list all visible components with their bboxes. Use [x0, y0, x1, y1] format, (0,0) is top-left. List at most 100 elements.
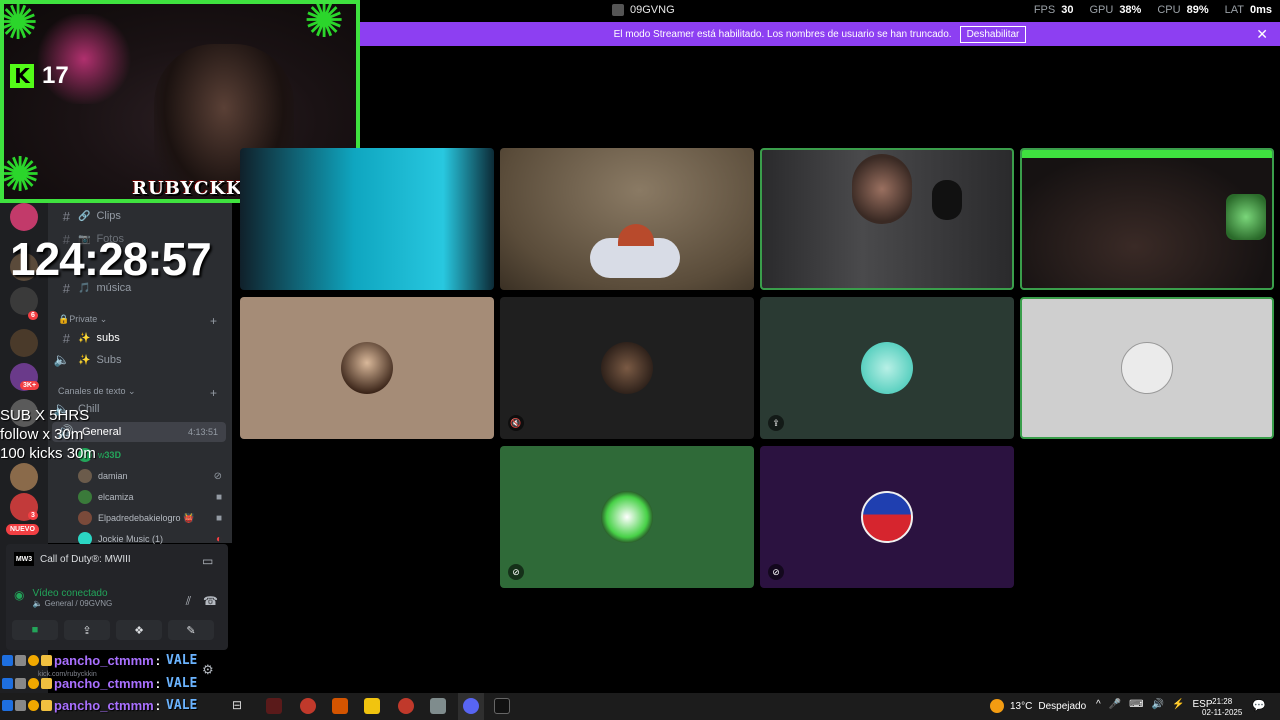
voice-buttons: ■ ⇪ ❖ ✎ — [12, 620, 214, 640]
activity-row: MW3 Call of Duty®: MWIII — [14, 552, 131, 566]
new-badge: NUEVO — [6, 524, 39, 535]
video-tile[interactable] — [760, 148, 1014, 290]
channel-label: Clips — [96, 210, 121, 222]
badge-icon — [41, 655, 52, 666]
chat-username: pancho_ctmmm — [54, 676, 154, 691]
signal-icon: ◉ — [14, 588, 25, 602]
server-badge: 3K+ — [20, 381, 40, 390]
streamer-mode-banner: El modo Streamer está habilitado. Los no… — [360, 22, 1280, 46]
channel-subs-voice[interactable]: 🔈 ✨ Subs — [48, 350, 232, 370]
camera-icon: ■ — [215, 491, 222, 503]
call-of-duty-icon[interactable] — [494, 698, 510, 714]
camera-button[interactable]: ■ — [12, 620, 58, 640]
clock-date: 02-11-2025 — [1202, 708, 1243, 717]
discord-icon[interactable] — [463, 698, 479, 714]
server-icon[interactable] — [10, 203, 38, 231]
file-explorer-icon[interactable] — [364, 698, 380, 714]
plus-icon[interactable]: + — [210, 386, 217, 400]
sparkle-icon: ✨ — [78, 332, 91, 344]
video-tile[interactable] — [240, 148, 494, 290]
avatar — [1121, 342, 1173, 394]
app-icon[interactable] — [430, 698, 446, 714]
soundboard-button[interactable]: ✎ — [168, 620, 214, 640]
voice-status: ◉ Vídeo conectado 🔈 General / 09GVNG — [14, 588, 112, 608]
voice-location: 🔈 General / 09GVNG — [32, 599, 113, 608]
headphones-icon: ◐ — [215, 533, 222, 545]
weather-widget[interactable]: 13°C Despejado — [990, 699, 1086, 713]
avatar-tile[interactable] — [1020, 297, 1274, 439]
leaf-icon: ✺ — [0, 0, 39, 50]
avatar-tile[interactable] — [240, 297, 494, 439]
stream-game-icon[interactable]: ▭ — [202, 554, 213, 568]
clock-time: 21:28 — [1212, 697, 1233, 706]
server-icon[interactable] — [10, 463, 38, 491]
channel-label: subs — [96, 332, 120, 344]
banner-text: El modo Streamer está habilitado. Los no… — [613, 28, 952, 40]
close-icon[interactable]: ✕ — [1256, 26, 1268, 43]
voice-member[interactable]: elcamiza ■ — [78, 487, 228, 507]
volume-icon[interactable]: 🔊 — [1152, 699, 1164, 710]
chat-separator: : — [155, 653, 161, 668]
sparkle-icon: ✨ — [78, 354, 91, 366]
voice-member[interactable]: w𝟑𝟑𝐃 — [78, 445, 228, 465]
voice-member[interactable]: Elpadredebakielogro 👹 ■ — [78, 508, 228, 528]
muted-icon: ⊘ — [213, 470, 222, 482]
noise-suppression-icon[interactable]: ⫽ — [186, 594, 191, 609]
share-screen-button[interactable]: ⇪ — [64, 620, 110, 640]
category-private[interactable]: 🔒Private ⌄ + — [58, 314, 217, 328]
leaf-icon: ✺ — [304, 0, 345, 48]
settings-gear-icon[interactable]: ⚙ — [202, 662, 214, 678]
disconnect-icon[interactable]: ☎ — [203, 594, 218, 609]
avatar — [601, 491, 653, 543]
chat-separator: : — [155, 676, 161, 691]
app-icon[interactable] — [266, 698, 282, 714]
channel-subs[interactable]: # ✨ subs — [48, 328, 232, 348]
voice-member[interactable]: damian ⊘ — [78, 466, 228, 486]
microphone-icon[interactable]: 🎤 — [1109, 699, 1121, 710]
avatar-tile[interactable]: ⇪ — [760, 297, 1014, 439]
weather-icon — [990, 699, 1004, 713]
badge-icon — [41, 678, 52, 689]
notification-icon[interactable]: 💬 — [1252, 699, 1266, 712]
plus-icon[interactable]: + — [210, 314, 217, 328]
power-icon[interactable]: ⚡ — [1172, 699, 1184, 710]
disable-streamer-mode-button[interactable]: Deshabilitar — [959, 25, 1027, 43]
category-label: Canales de texto ⌄ — [58, 386, 136, 396]
avatar — [861, 491, 913, 543]
badge-icon — [2, 655, 13, 666]
app-icon[interactable] — [300, 698, 316, 714]
chat-separator: : — [155, 698, 161, 713]
taskbar-clock[interactable]: 21:28 02-11-2025 — [1202, 696, 1242, 718]
server-icon[interactable] — [10, 329, 38, 357]
activities-button[interactable]: ❖ — [116, 620, 162, 640]
server-badge: 3 — [28, 511, 38, 520]
performance-overlay: FPS 30 GPU 38% CPU 89% LAT 0ms — [1034, 4, 1272, 16]
video-tile[interactable] — [1020, 148, 1274, 290]
webcam-person — [852, 154, 912, 224]
overlay-strip — [1022, 150, 1272, 158]
member-name: damian — [98, 471, 128, 481]
avatar — [78, 490, 92, 504]
keyboard-icon[interactable]: ⌨ — [1129, 699, 1143, 710]
goal-line: SUB X 5HRS — [0, 407, 90, 424]
badge-icon — [15, 678, 26, 689]
app-icon[interactable] — [332, 698, 348, 714]
category-text-channels[interactable]: Canales de texto ⌄ + — [58, 386, 217, 400]
goal-line: 100 kicks 30m — [0, 445, 96, 462]
video-tile[interactable] — [500, 148, 754, 290]
voice-status-text: Vídeo conectado — [32, 588, 108, 599]
member-name: w𝟑𝟑𝐃 — [98, 449, 122, 460]
tray-chevron-icon[interactable]: ^ — [1096, 699, 1101, 710]
deafened-icon: ⊘ — [768, 564, 784, 580]
perf-fps: FPS 30 — [1033, 4, 1074, 16]
avatar — [601, 342, 653, 394]
avatar-tile[interactable]: ⊘ — [760, 446, 1014, 588]
member-name: Elpadredebakielogro 👹 — [98, 512, 195, 523]
microphone-shape — [932, 180, 962, 220]
channel-clips[interactable]: # 🔗 Clips — [48, 206, 232, 226]
app-icon[interactable] — [398, 698, 414, 714]
avatar-tile[interactable]: ⊘ — [500, 446, 754, 588]
screen-share-icon: ⇪ — [768, 415, 784, 431]
task-view-icon[interactable]: ⊟ — [232, 698, 248, 714]
avatar-tile[interactable]: 🔇 — [500, 297, 754, 439]
